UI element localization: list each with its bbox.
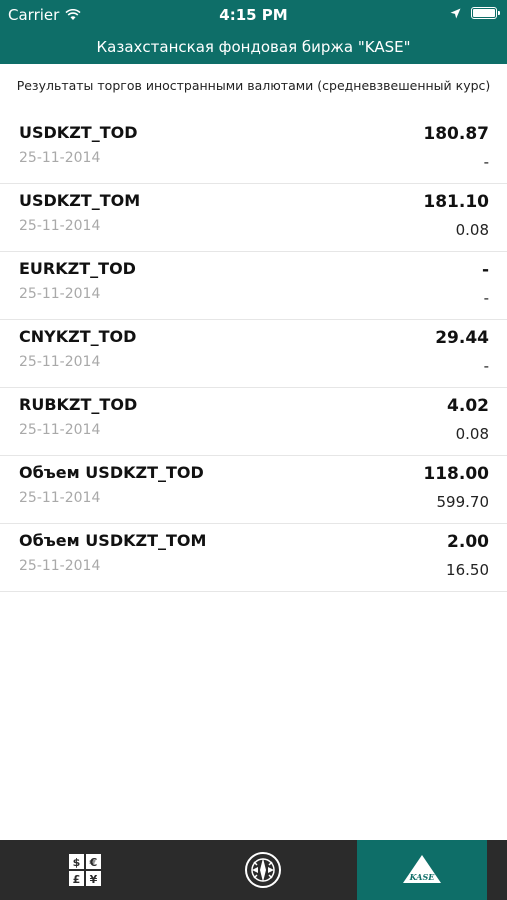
list-item[interactable]: EURKZT_TOD 25-11-2014 - -: [0, 252, 507, 320]
status-right-icons: [450, 7, 500, 19]
instrument-name: CNYKZT_TOD: [19, 327, 137, 346]
trade-date: 25-11-2014: [19, 218, 101, 234]
rate-change: 16.50: [446, 561, 489, 579]
currency-icon: $ € £ ¥: [68, 854, 101, 886]
rate-value: 118.00: [423, 464, 489, 484]
page-subtitle: Результаты торгов иностранными валютами …: [16, 78, 491, 93]
rate-change: -: [483, 289, 489, 307]
instrument-name: Объем USDKZT_TOD: [19, 463, 204, 482]
rate-value: 4.02: [447, 396, 489, 416]
tab-emblem[interactable]: [169, 840, 357, 900]
nav-title: Казахстанская фондовая биржа "KASE": [96, 38, 411, 56]
kase-logo-icon: KASE: [403, 855, 441, 883]
trade-date: 25-11-2014: [19, 150, 101, 166]
list-item[interactable]: Объем USDKZT_TOM 25-11-2014 2.00 16.50: [0, 524, 507, 592]
list-item[interactable]: Объем USDKZT_TOD 25-11-2014 118.00 599.70: [0, 456, 507, 524]
status-bar: Carrier 4:15 PM: [0, 0, 507, 30]
tab-bar: $ € £ ¥ KASE: [0, 840, 507, 900]
rate-change: 0.08: [455, 221, 489, 239]
instrument-name: USDKZT_TOD: [19, 123, 138, 142]
battery-icon: [471, 7, 500, 19]
rate-change: 0.08: [455, 425, 489, 443]
rate-value: 29.44: [435, 328, 489, 348]
list-item[interactable]: CNYKZT_TOD 25-11-2014 29.44 -: [0, 320, 507, 388]
rate-value: 181.10: [423, 192, 489, 212]
trade-date: 25-11-2014: [19, 558, 101, 574]
trade-date: 25-11-2014: [19, 354, 101, 370]
svg-text:$: $: [72, 856, 80, 869]
rate-change: -: [483, 357, 489, 375]
svg-text:¥: ¥: [89, 873, 97, 886]
kase-logo-text: KASE: [409, 872, 436, 882]
emblem-icon: [245, 852, 281, 888]
instrument-name: EURKZT_TOD: [19, 259, 136, 278]
trade-date: 25-11-2014: [19, 490, 101, 506]
rate-change: -: [483, 153, 489, 171]
location-arrow-icon: [450, 8, 461, 18]
rate-value: -: [481, 260, 489, 280]
instrument-name: Объем USDKZT_TOM: [19, 531, 207, 550]
rate-change: 599.70: [436, 493, 490, 511]
rate-value: 2.00: [447, 532, 489, 552]
svg-text:£: £: [72, 873, 80, 886]
list-item[interactable]: RUBKZT_TOD 25-11-2014 4.02 0.08: [0, 388, 507, 456]
trade-date: 25-11-2014: [19, 422, 101, 438]
rate-value: 180.87: [423, 124, 489, 144]
list-item[interactable]: USDKZT_TOD 25-11-2014 180.87 -: [0, 116, 507, 184]
tab-kase[interactable]: KASE: [357, 840, 487, 900]
battery-fill: [473, 9, 495, 17]
trade-date: 25-11-2014: [19, 286, 101, 302]
svg-text:€: €: [88, 856, 97, 869]
instrument-name: USDKZT_TOM: [19, 191, 141, 210]
rates-list: USDKZT_TOD 25-11-2014 180.87 - USDKZT_TOM 25-…: [0, 116, 507, 592]
nav-bar: Казахстанская фондовая биржа "KASE": [0, 30, 507, 64]
instrument-name: RUBKZT_TOD: [19, 395, 138, 414]
tab-currency[interactable]: $ € £ ¥: [0, 840, 169, 900]
list-item[interactable]: USDKZT_TOM 25-11-2014 181.10 0.08: [0, 184, 507, 252]
status-time: 4:15 PM: [219, 6, 288, 24]
